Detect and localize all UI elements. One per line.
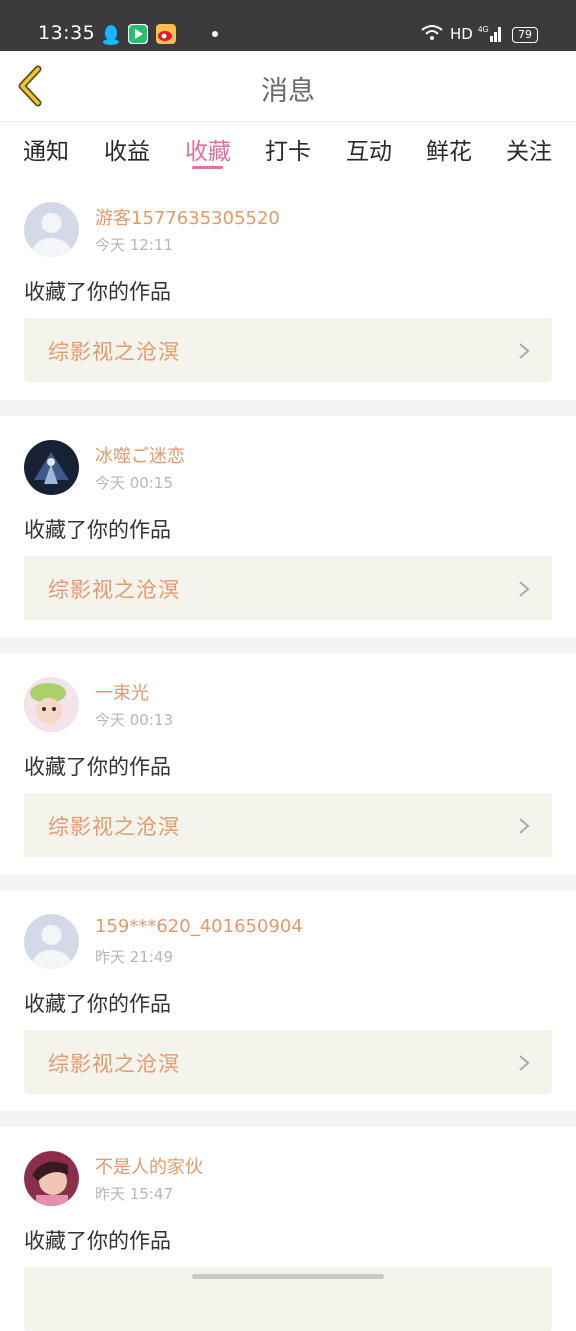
timestamp: 昨天 21:49 <box>95 948 173 966</box>
page-title: 消息 <box>261 76 315 107</box>
tab-bar: 通知 收益 收藏 打卡 互动 鲜花 关注 <box>0 122 576 176</box>
action-text: 收藏了你的作品 <box>24 280 171 304</box>
girl-photo-avatar[interactable] <box>24 1151 79 1206</box>
tab-notice[interactable]: 通知 <box>23 132 69 166</box>
work-title: 综影视之沧溟 <box>48 340 180 364</box>
chevron-right-icon <box>519 581 530 597</box>
work-title: 综影视之沧溟 <box>48 1052 180 1076</box>
status-time: 13:35 <box>38 22 96 44</box>
notification-card: 159***620_401650904 昨天 21:49 收藏了你的作品 综影视… <box>0 890 576 1111</box>
work-title: 综影视之沧溟 <box>48 815 180 839</box>
tab-favorites[interactable]: 收藏 <box>185 132 231 166</box>
timestamp: 昨天 15:47 <box>95 1185 173 1203</box>
tab-following[interactable]: 关注 <box>506 132 552 166</box>
chevron-right-icon <box>519 1055 530 1071</box>
username[interactable]: 冰噬ご迷恋 <box>95 442 185 468</box>
network-label: HD <box>450 25 473 43</box>
work-link[interactable]: 综影视之沧溟 <box>24 793 552 857</box>
tab-flowers[interactable]: 鲜花 <box>426 132 472 166</box>
tab-earnings[interactable]: 收益 <box>104 132 150 166</box>
signal-icon: 4G <box>478 24 504 48</box>
tab-interaction[interactable]: 互动 <box>346 132 392 166</box>
username[interactable]: 一束光 <box>95 679 149 705</box>
wifi-icon <box>420 24 444 46</box>
girl-green-hat-avatar[interactable] <box>24 677 79 732</box>
battery-indicator: 79 <box>512 27 538 43</box>
video-app-icon <box>128 24 148 44</box>
action-text: 收藏了你的作品 <box>24 992 171 1016</box>
dark-character-avatar[interactable] <box>24 440 79 495</box>
action-text: 收藏了你的作品 <box>24 518 171 542</box>
timestamp: 今天 00:15 <box>95 474 173 492</box>
username[interactable]: 不是人的家伙 <box>95 1153 203 1179</box>
work-link[interactable]: 综影视之沧溟 <box>24 1030 552 1094</box>
action-text: 收藏了你的作品 <box>24 755 171 779</box>
home-indicator[interactable] <box>192 1274 384 1279</box>
divider <box>0 637 576 653</box>
divider <box>0 400 576 416</box>
work-title: 综影视之沧溟 <box>48 578 180 602</box>
work-link[interactable]: 综影视之沧溟 <box>24 556 552 620</box>
notification-card: 游客1577635305520 今天 12:11 收藏了你的作品 综影视之沧溟 <box>0 178 576 400</box>
svg-text:4G: 4G <box>478 25 489 34</box>
qq-icon <box>101 24 121 45</box>
default-avatar[interactable] <box>24 202 79 257</box>
tab-checkin[interactable]: 打卡 <box>265 132 311 166</box>
active-tab-indicator <box>192 166 223 169</box>
chevron-right-icon <box>519 343 530 359</box>
status-bar: 13:35 HD 4G 79 <box>0 0 576 51</box>
notification-card: 冰噬ご迷恋 今天 00:15 收藏了你的作品 综影视之沧溟 <box>0 416 576 637</box>
divider <box>0 1111 576 1127</box>
notification-card: 一束光 今天 00:13 收藏了你的作品 综影视之沧溟 <box>0 653 576 874</box>
weibo-icon <box>156 24 176 44</box>
username[interactable]: 159***620_401650904 <box>95 916 303 937</box>
notification-dot <box>212 31 218 37</box>
username[interactable]: 游客1577635305520 <box>95 204 280 230</box>
notification-card: 不是人的家伙 昨天 15:47 收藏了你的作品 <box>0 1127 576 1331</box>
chevron-right-icon <box>519 818 530 834</box>
header: 消息 <box>0 51 576 122</box>
work-link[interactable]: 综影视之沧溟 <box>24 318 552 382</box>
timestamp: 今天 00:13 <box>95 711 173 729</box>
action-text: 收藏了你的作品 <box>24 1229 171 1253</box>
divider <box>0 874 576 890</box>
default-avatar[interactable] <box>24 914 79 969</box>
timestamp: 今天 12:11 <box>95 236 173 254</box>
